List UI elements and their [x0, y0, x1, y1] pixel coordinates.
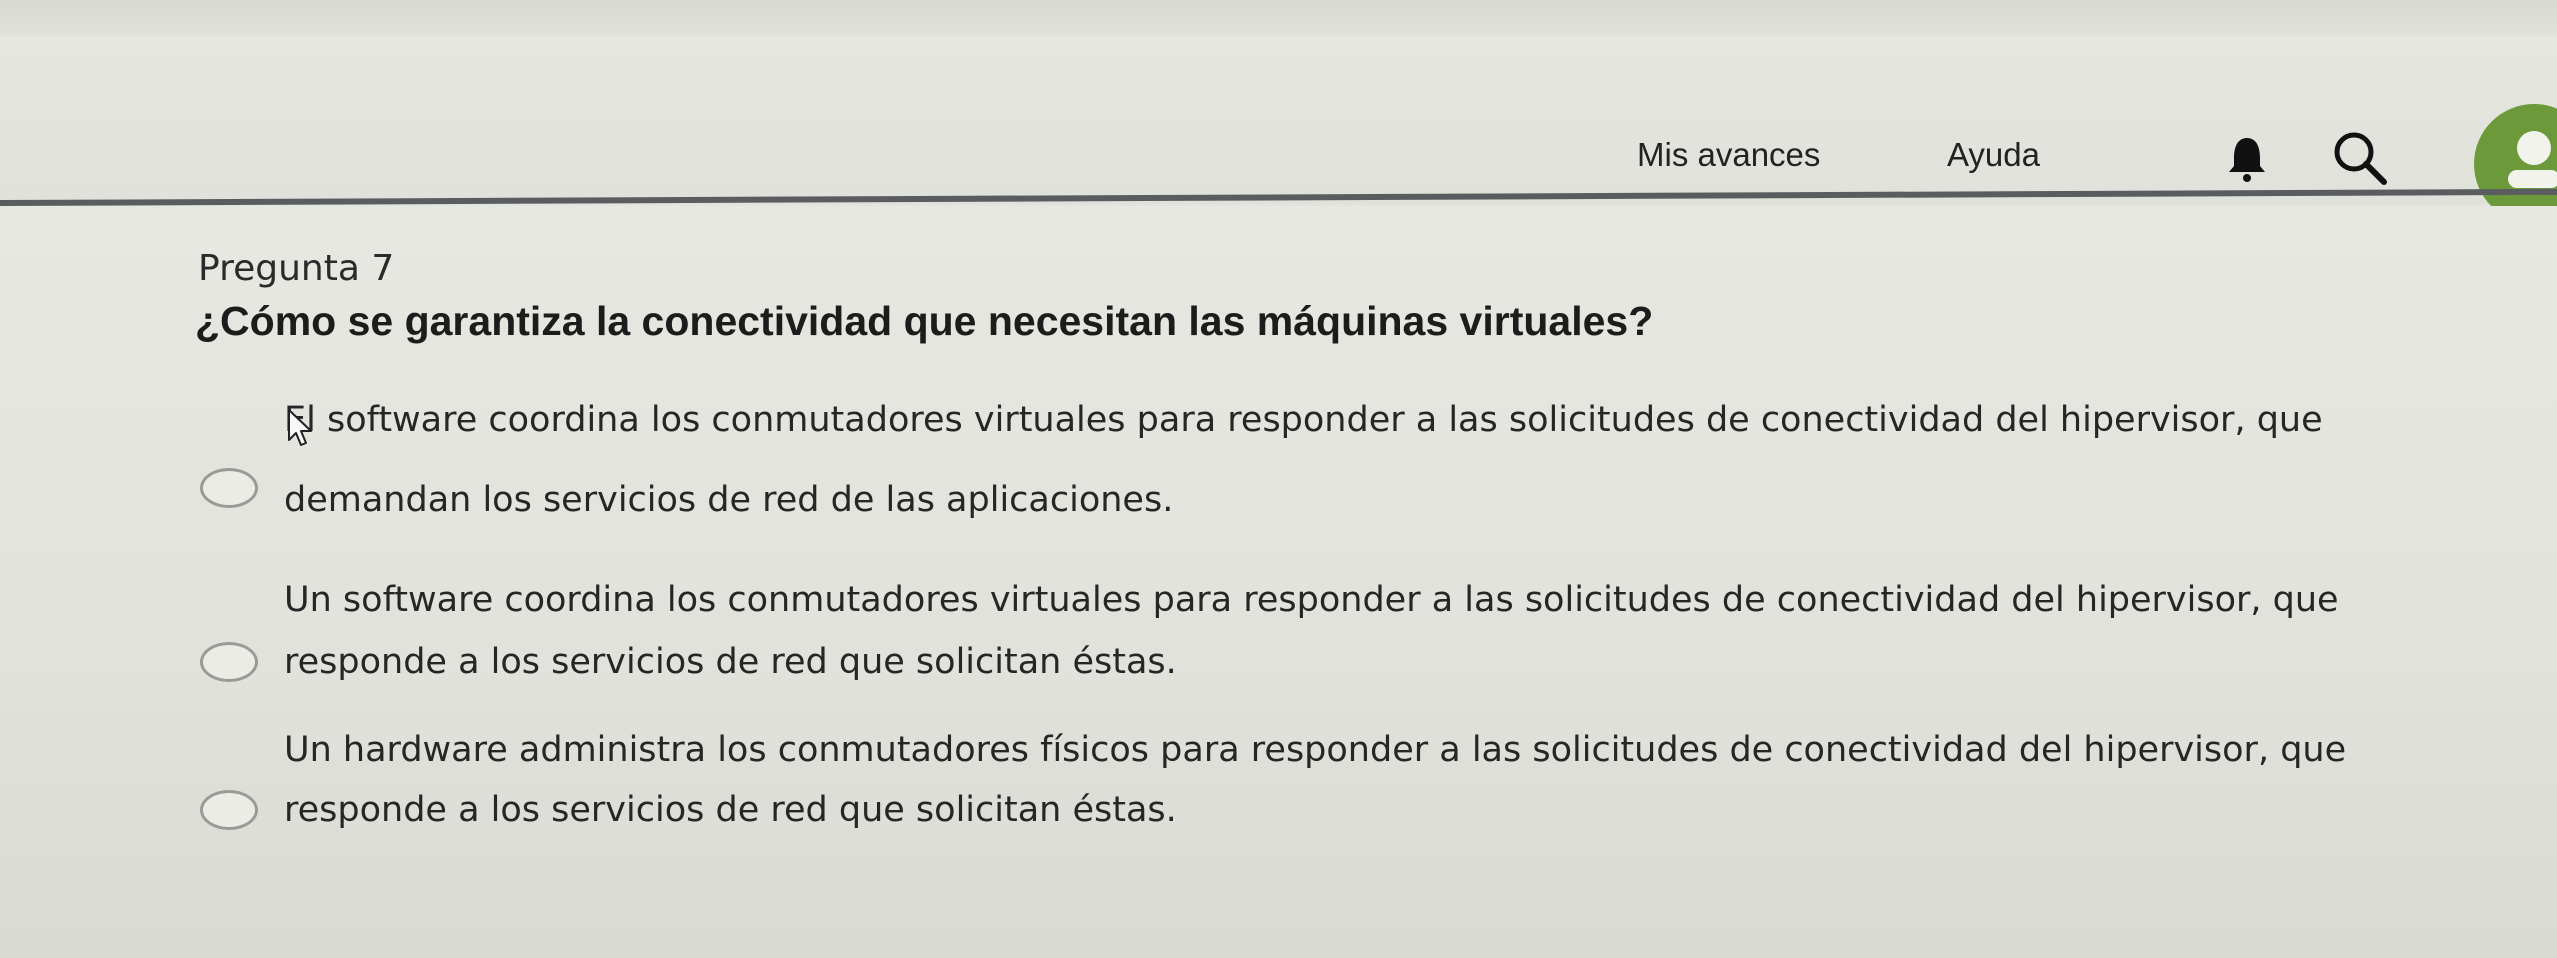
question-number: Pregunta 7 — [198, 248, 395, 289]
radio-button[interactable] — [200, 468, 258, 508]
option-text-line-2: responde a los servicios de red que soli… — [284, 790, 1177, 830]
search-icon[interactable] — [2328, 126, 2392, 190]
site-header: Mis avances Ayuda — [0, 36, 2557, 224]
option-text-line-1: Un hardware administra los conmutadores … — [284, 730, 2347, 770]
option-text-line-2: responde a los servicios de red que soli… — [284, 642, 1177, 682]
option-text-line-2: demandan los servicios de red de las apl… — [284, 480, 1174, 520]
radio-button[interactable] — [200, 790, 258, 830]
option-text-line-1: Un software coordina los conmutadores vi… — [284, 580, 2339, 620]
radio-button[interactable] — [200, 642, 258, 682]
nav-link-progress[interactable]: Mis avances — [1637, 136, 1820, 174]
bell-icon[interactable] — [2225, 134, 2269, 184]
nav-link-help[interactable]: Ayuda — [1947, 136, 2040, 174]
mouse-cursor-icon — [288, 409, 312, 446]
option-text-line-1: El software coordina los conmutadores vi… — [284, 400, 2323, 440]
question-text: ¿Cómo se garantiza la conectividad que n… — [195, 298, 1654, 344]
browser-top-strip — [0, 0, 2557, 38]
